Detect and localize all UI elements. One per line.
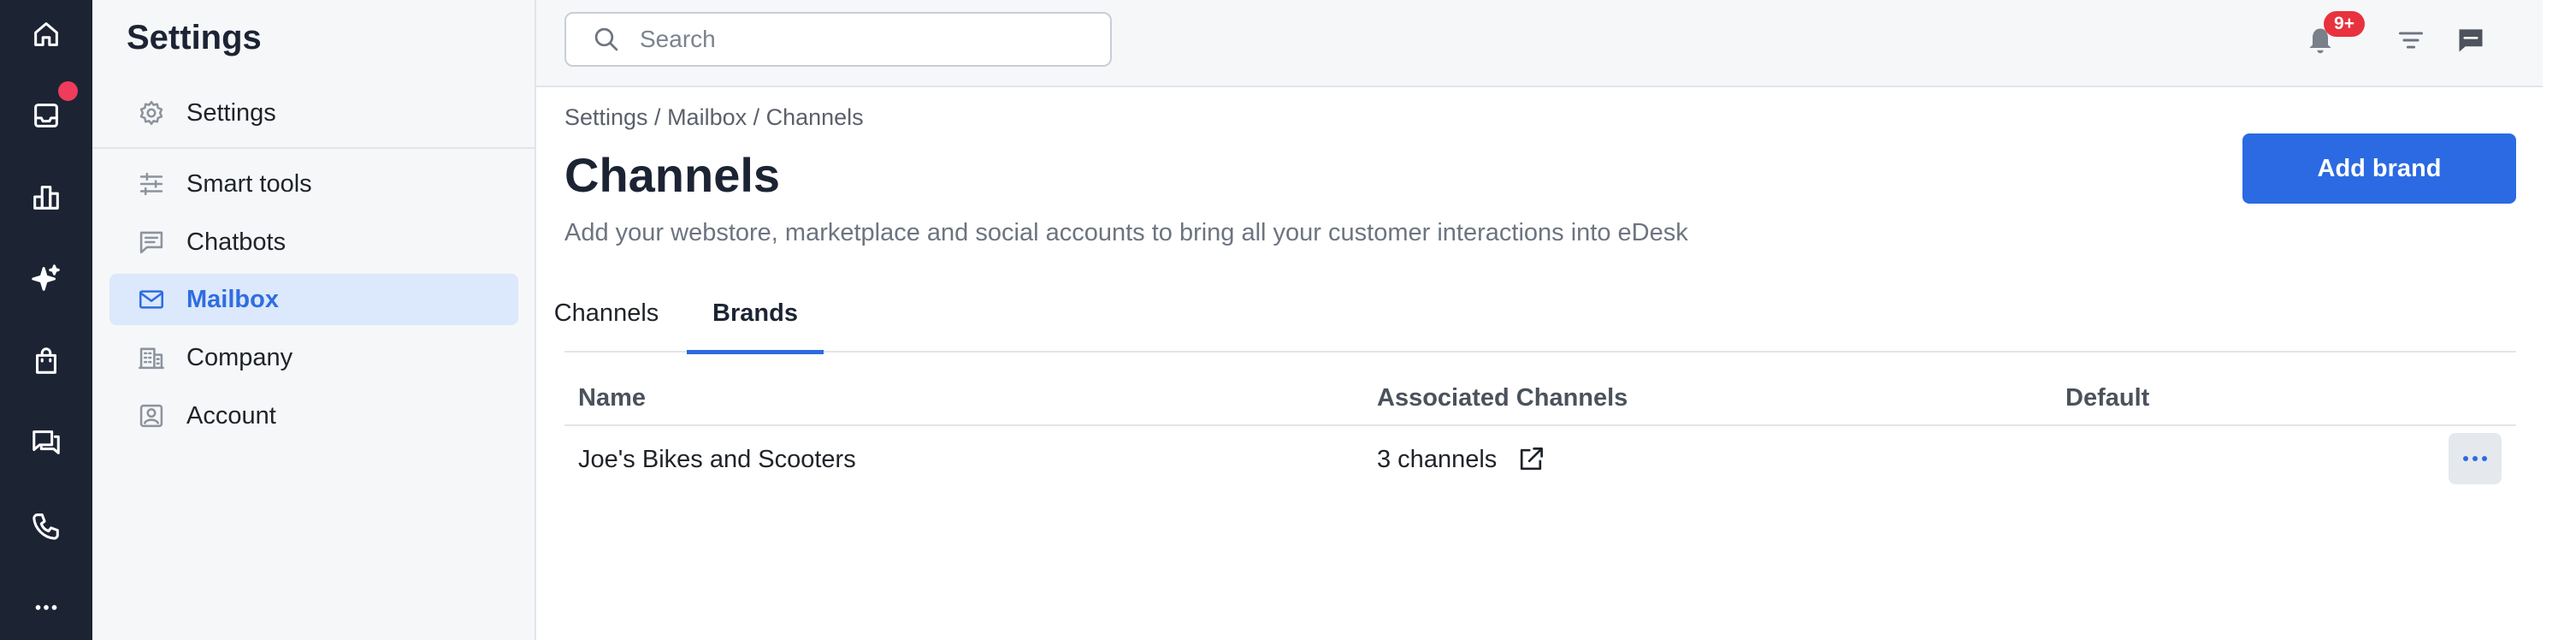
add-brand-button[interactable]: Add brand [2242, 133, 2516, 204]
table-header: Name Associated Channels Default [564, 370, 2516, 426]
app-rail [0, 0, 92, 640]
sliders-icon [135, 168, 168, 200]
search-input[interactable] [640, 26, 1084, 53]
brands-table: Name Associated Channels Default Joe's B… [564, 370, 2516, 493]
main-content: Settings / Mailbox / Channels Channels A… [536, 87, 2543, 640]
reports-icon[interactable] [22, 173, 70, 221]
messages-icon[interactable] [2453, 22, 2489, 58]
row-actions-button[interactable] [2449, 433, 2502, 484]
sidebar-item-account[interactable]: Account [109, 390, 518, 441]
sidebar-item-mailbox[interactable]: Mailbox [109, 274, 518, 325]
sidebar-item-label: Chatbots [186, 228, 287, 256]
column-header-associated-channels: Associated Channels [1377, 383, 1628, 412]
building-icon [135, 341, 168, 374]
account-icon [135, 400, 168, 432]
settings-sidebar: Settings Settings Smart tools Chatbots M… [92, 0, 536, 640]
sidebar-item-settings[interactable]: Settings [109, 87, 518, 139]
chat-icon[interactable] [22, 418, 70, 466]
channels-count: 3 channels [1377, 445, 1498, 473]
home-icon[interactable] [22, 10, 70, 58]
brand-name-cell: Joe's Bikes and Scooters [578, 445, 856, 473]
tab-bar: Channels Brands [554, 274, 2516, 354]
ai-sparkle-icon[interactable] [22, 254, 70, 302]
phone-icon[interactable] [22, 502, 70, 550]
sidebar-title: Settings [127, 19, 262, 56]
external-link-icon[interactable] [1515, 444, 1546, 475]
sidebar-item-label: Settings [186, 98, 276, 127]
sidebar-item-chatbots[interactable]: Chatbots [109, 216, 518, 268]
filter-icon[interactable] [2393, 22, 2429, 58]
notification-badge: 9+ [2324, 11, 2365, 37]
sidebar-item-smart-tools[interactable]: Smart tools [109, 158, 518, 210]
table-row[interactable]: Joe's Bikes and Scooters 3 channels [564, 426, 2516, 493]
page-title: Channels [564, 148, 781, 202]
breadcrumb: Settings / Mailbox / Channels [564, 104, 864, 130]
inbox-notification-dot [58, 81, 78, 101]
tab-channels[interactable]: Channels [554, 274, 659, 353]
orders-bag-icon[interactable] [22, 337, 70, 385]
page-description: Add your webstore, marketplace and socia… [564, 219, 1688, 246]
associated-channels-cell: 3 channels [1377, 426, 1546, 493]
sidebar-item-label: Smart tools [186, 169, 312, 198]
top-bar: 9+ [536, 0, 2543, 87]
ellipsis-icon [2463, 456, 2468, 461]
sidebar-item-label: Mailbox [186, 285, 279, 313]
sidebar-item-label: Company [186, 343, 293, 371]
tab-brands[interactable]: Brands [687, 274, 824, 354]
search-icon [594, 27, 618, 51]
mail-icon [135, 283, 168, 316]
sidebar-item-company[interactable]: Company [109, 332, 518, 383]
more-icon[interactable] [22, 584, 70, 631]
gear-icon [135, 97, 168, 129]
sidebar-divider [92, 147, 536, 149]
sidebar-item-label: Account [186, 401, 276, 430]
chat-bubble-icon [135, 226, 168, 258]
column-header-default: Default [2065, 383, 2150, 412]
search-box[interactable] [564, 12, 1112, 67]
column-header-name: Name [578, 383, 646, 412]
right-edge-strip [2543, 0, 2576, 640]
